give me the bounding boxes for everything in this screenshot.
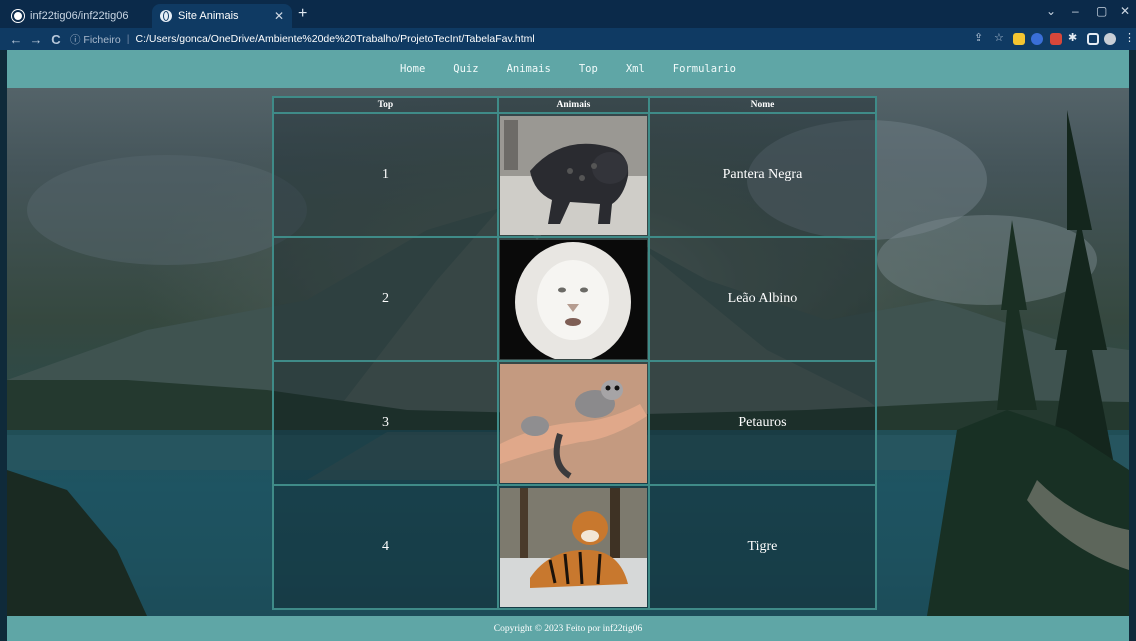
menu-dots-icon[interactable]: ⋮ (1124, 31, 1135, 44)
close-window-button[interactable]: ✕ (1120, 4, 1130, 18)
black-panther-image (499, 115, 647, 235)
minimize-button[interactable]: – (1072, 4, 1079, 18)
reload-button[interactable]: C (46, 32, 66, 47)
header-nome: Nome (647, 96, 878, 114)
tab-title: inf22tig06/inf22tig06 (30, 10, 129, 22)
sugar-glider-image (499, 363, 647, 483)
address-separator: | (126, 33, 130, 45)
globe-icon (160, 10, 172, 22)
tiger-image (499, 487, 647, 607)
site-info-label[interactable]: ⓘ Ficheiro (70, 32, 121, 47)
share-icon[interactable]: ⇪ (974, 31, 986, 44)
rank-cell: 3 (272, 360, 499, 486)
forward-button[interactable]: → (26, 32, 46, 47)
bookmark-star-icon[interactable]: ☆ (994, 31, 1006, 44)
back-button[interactable]: ← (6, 32, 26, 47)
browser-tabstrip: inf22tig06/inf22tig06 ✕ Site Animais ✕ +… (0, 0, 1136, 28)
nav-quiz[interactable]: Quiz (453, 63, 478, 75)
rank-cell: 4 (272, 484, 499, 610)
maximize-button[interactable]: ▢ (1096, 4, 1107, 18)
browser-toolbar: ← → C ⓘ Ficheiro | C:/Users/gonca/OneDri… (0, 28, 1136, 50)
nav-animais[interactable]: Animais (507, 63, 551, 75)
nav-home[interactable]: Home (400, 63, 425, 75)
header-top: Top (272, 96, 499, 114)
animal-name-cell: Petauros (647, 360, 878, 486)
albino-lion-image (499, 239, 647, 359)
animal-image-cell (496, 236, 650, 362)
table-row: 4 Tigre (272, 484, 878, 610)
page-viewport: Home Quiz Animais Top Xml Formulario Top… (7, 50, 1129, 641)
new-tab-button[interactable]: + (298, 5, 307, 23)
close-icon[interactable]: ✕ (274, 9, 284, 23)
animal-name-cell: Tigre (647, 484, 878, 610)
tab-title: Site Animais (178, 10, 239, 22)
tab-site-animais[interactable]: Site Animais ✕ (152, 4, 292, 28)
main-navbar: Home Quiz Animais Top Xml Formulario (7, 50, 1129, 88)
url-text[interactable]: C:/Users/gonca/OneDrive/Ambiente%20de%20… (136, 33, 535, 45)
table-row: 3 Petauros (272, 360, 878, 486)
animal-image-cell (496, 112, 650, 238)
extension-icon[interactable] (1013, 33, 1025, 45)
github-icon (12, 10, 24, 22)
extension-icon[interactable] (1031, 33, 1043, 45)
table-row: 2 Leão Albino (272, 236, 878, 362)
tab-search-icon[interactable]: ⌄ (1046, 4, 1056, 18)
animal-image-cell (496, 360, 650, 486)
animal-name-cell: Pantera Negra (647, 112, 878, 238)
header-animais: Animais (496, 96, 650, 114)
page-footer: Copyright © 2023 Feito por inf22tig06 (7, 616, 1129, 641)
rank-cell: 1 (272, 112, 499, 238)
extension-icon[interactable] (1050, 33, 1062, 45)
side-panel-icon[interactable] (1087, 33, 1099, 45)
nav-formulario[interactable]: Formulario (673, 63, 736, 75)
favorites-table: Top Animais Nome 1 Pantera Negra 2 Leão … (272, 96, 878, 610)
extensions-puzzle-icon[interactable]: ✱ (1068, 31, 1080, 44)
animal-image-cell (496, 484, 650, 610)
copyright-text: Copyright © 2023 Feito por inf22tig06 (493, 623, 643, 634)
avatar[interactable] (1104, 33, 1116, 45)
nav-xml[interactable]: Xml (626, 63, 645, 75)
address-bar[interactable]: ⓘ Ficheiro | C:/Users/gonca/OneDrive/Amb… (70, 30, 970, 48)
rank-cell: 2 (272, 236, 499, 362)
animal-name-cell: Leão Albino (647, 236, 878, 362)
table-header-row: Top Animais Nome (272, 96, 878, 114)
nav-top[interactable]: Top (579, 63, 598, 75)
table-row: 1 Pantera Negra (272, 112, 878, 238)
